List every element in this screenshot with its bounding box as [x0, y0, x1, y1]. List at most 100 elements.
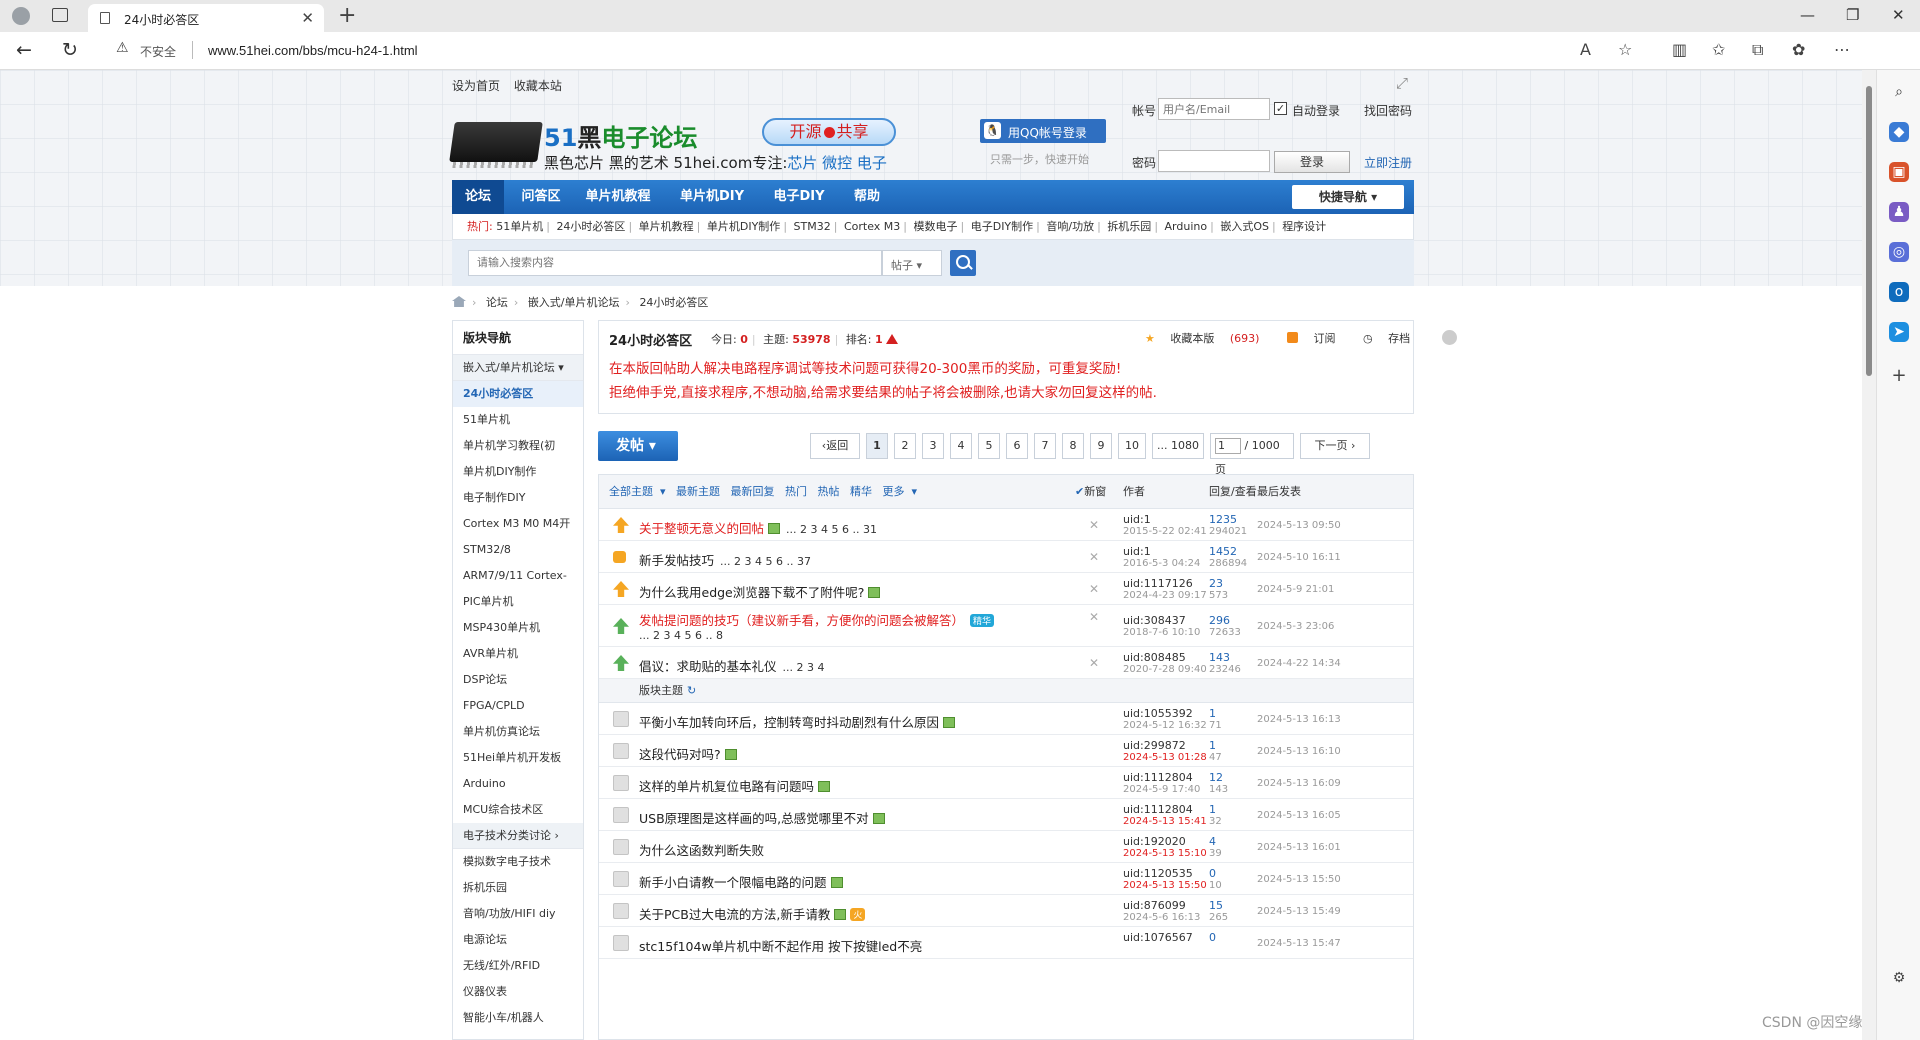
thread-title[interactable]: 新手小白请教一个限幅电路的问题	[639, 872, 843, 891]
thread-last-post[interactable]: 2024-5-13 15:50	[1257, 874, 1341, 885]
pager-last[interactable]: ... 1080	[1152, 433, 1204, 459]
thread-replies[interactable]: 0	[1209, 931, 1216, 944]
thread-last-post[interactable]: 2024-5-3 23:06	[1257, 621, 1334, 632]
sidebar-games-icon[interactable]: ♟	[1889, 202, 1909, 222]
pager-page[interactable]: 1	[866, 433, 888, 459]
sticky-thread-row[interactable]: 关于整顿无意义的回帖... 2 3 4 5 6 .. 31 ✕ uid:1 20…	[599, 509, 1413, 541]
sidebar-item[interactable]: 单片机仿真论坛	[453, 719, 583, 745]
thread-row[interactable]: 这样的单片机复位电路有问题吗 uid:1112804 2024-5-9 17:4…	[599, 767, 1413, 799]
pager-page[interactable]: 6	[1006, 433, 1028, 459]
thread-pages[interactable]: ... 2 3 4 5 6 .. 8	[639, 629, 723, 642]
thread-last-post[interactable]: 2024-5-9 21:01	[1257, 584, 1334, 595]
thread-last-post[interactable]: 2024-5-13 16:01	[1257, 842, 1341, 853]
profile-icon[interactable]	[12, 7, 30, 25]
close-sticky-icon[interactable]: ✕	[1089, 582, 1099, 596]
thread-replies[interactable]: 1452	[1209, 545, 1237, 558]
thread-last-post[interactable]: 2024-5-13 09:50	[1257, 520, 1341, 531]
thread-title[interactable]: 关于整顿无意义的回帖... 2 3 4 5 6 .. 31	[639, 518, 877, 537]
fullscreen-icon[interactable]: ⤢	[1396, 74, 1408, 92]
sidebar-item[interactable]: 电子制作DIY	[453, 485, 583, 511]
pager-jump-input[interactable]: 1	[1215, 438, 1241, 454]
thread-row[interactable]: USB原理图是这样画的吗,总感觉哪里不对 uid:1112804 2024-5-…	[599, 799, 1413, 831]
account-input[interactable]	[1158, 98, 1270, 120]
sticky-thread-row[interactable]: 为什么我用edge浏览器下载不了附件呢? ✕ uid:1117126 2024-…	[599, 573, 1413, 605]
hot-link[interactable]: STM32	[794, 220, 831, 233]
more-menu-icon[interactable]: ⋯	[1834, 40, 1850, 59]
pager-page[interactable]: 3	[922, 433, 944, 459]
read-aloud-icon[interactable]: A	[1580, 40, 1591, 59]
sidebar-item[interactable]: 单片机学习教程(初	[453, 433, 583, 459]
tab-actions-icon[interactable]	[52, 8, 68, 22]
thread-row[interactable]: 关于PCB过大电流的方法,新手请教火 uid:876099 2024-5-6 1…	[599, 895, 1413, 927]
sidebar-item[interactable]: STM32/8	[453, 537, 583, 563]
sidebar-tools-icon[interactable]: ▣	[1889, 162, 1909, 182]
sidebar-item[interactable]: Cortex M3 M0 M4开	[453, 511, 583, 537]
sticky-thread-row[interactable]: 新手发帖技巧... 2 3 4 5 6 .. 37 ✕ uid:1 2016-5…	[599, 541, 1413, 573]
filter-more[interactable]: 更多 ▾	[883, 485, 918, 498]
thread-title[interactable]: 这样的单片机复位电路有问题吗	[639, 776, 831, 795]
hot-link[interactable]: 音响/功放	[1046, 220, 1094, 233]
sidebar-item[interactable]: 拆机乐园	[453, 875, 583, 901]
back-icon[interactable]: ←	[16, 39, 32, 61]
hot-link[interactable]: 单片机DIY制作	[707, 220, 780, 233]
window-close-icon[interactable]: ✕	[1892, 6, 1905, 24]
sidebar-search-icon[interactable]: ⌕	[1889, 82, 1909, 102]
thread-replies[interactable]: 1	[1209, 739, 1216, 752]
hot-link[interactable]: 程序设计	[1282, 220, 1326, 233]
thread-row[interactable]: 为什么这函数判断失败 uid:192020 2024-5-13 15:10 4 …	[599, 831, 1413, 863]
sidebar-item[interactable]: 单片机DIY制作	[453, 459, 583, 485]
thread-author[interactable]: uid:1117126	[1123, 577, 1193, 590]
thread-row[interactable]: 这段代码对吗? uid:299872 2024-5-13 01:28 1 47 …	[599, 735, 1413, 767]
sidebar-item[interactable]: Arduino	[453, 771, 583, 797]
hot-link[interactable]: 嵌入式OS	[1220, 220, 1269, 233]
pager-page[interactable]: 2	[894, 433, 916, 459]
search-button[interactable]	[950, 250, 976, 276]
thread-replies[interactable]: 4	[1209, 835, 1216, 848]
breadcrumb-current[interactable]: 24小时必答区	[639, 296, 708, 309]
sidebar-item[interactable]: PIC单片机	[453, 589, 583, 615]
sidebar-item[interactable]: 无线/红外/RFID	[453, 953, 583, 979]
nav-mcu-tutorial[interactable]: 单片机教程	[576, 180, 660, 214]
thread-replies[interactable]: 23	[1209, 577, 1223, 590]
sidebar-item[interactable]: 仪器仪表	[453, 979, 583, 1005]
sidebar-tag-icon[interactable]: ◆	[1889, 122, 1909, 142]
tab-close-icon[interactable]: ✕	[301, 9, 314, 27]
archive-button[interactable]: ◷ 存档	[1363, 332, 1422, 345]
url-text[interactable]: www.51hei.com/bbs/mcu-h24-1.html	[208, 43, 418, 58]
thread-last-post[interactable]: 2024-5-13 16:05	[1257, 810, 1341, 821]
close-sticky-icon[interactable]: ✕	[1089, 610, 1099, 624]
pager-page[interactable]: 4	[950, 433, 972, 459]
hot-link[interactable]: 拆机乐园	[1107, 220, 1151, 233]
filter-all[interactable]: 全部主题 ▾	[609, 485, 666, 498]
thread-row[interactable]: stc15f104w单片机中断不起作用 按下按键led不亮 uid:107656…	[599, 927, 1413, 959]
thread-last-post[interactable]: 2024-5-13 15:49	[1257, 906, 1341, 917]
home-icon[interactable]	[452, 296, 466, 307]
thread-replies[interactable]: 0	[1209, 867, 1216, 880]
filter-hot[interactable]: 热帖	[818, 485, 840, 498]
nav-electronics-diy[interactable]: 电子DIY	[764, 180, 834, 214]
thread-author[interactable]: uid:808485	[1123, 651, 1186, 664]
thread-author[interactable]: uid:308437	[1123, 614, 1186, 627]
find-password-link[interactable]: 找回密码	[1364, 102, 1412, 119]
nav-help[interactable]: 帮助	[842, 180, 892, 214]
sidebar-item[interactable]: 51Hei单片机开发板	[453, 745, 583, 771]
split-screen-icon[interactable]: ▥	[1672, 40, 1687, 59]
close-sticky-icon[interactable]: ✕	[1089, 656, 1099, 670]
hot-link[interactable]: 模数电子	[914, 220, 958, 233]
pager-page[interactable]: 5	[978, 433, 1000, 459]
restore-icon[interactable]: ❐	[1846, 6, 1859, 24]
thread-replies[interactable]: 1235	[1209, 513, 1237, 526]
thread-author[interactable]: uid:1	[1123, 545, 1151, 558]
sticky-thread-row[interactable]: 倡议：求助贴的基本礼仪... 2 3 4 ✕ uid:808485 2020-7…	[599, 647, 1413, 679]
thread-title[interactable]: 为什么这函数判断失败	[639, 840, 764, 859]
thread-title[interactable]: 为什么我用edge浏览器下载不了附件呢?	[639, 582, 881, 601]
hot-link[interactable]: Cortex M3	[844, 220, 900, 233]
browser-tab[interactable]: 24小时必答区 ✕	[88, 4, 324, 32]
thread-last-post[interactable]: 2024-5-13 15:47	[1257, 938, 1341, 949]
sidebar-copilot-icon[interactable]: ◎	[1889, 242, 1909, 262]
sidebar-item[interactable]: 电源论坛	[453, 927, 583, 953]
qq-login-button[interactable]: 🐧 用QQ帐号登录	[980, 119, 1106, 143]
sidebar-send-icon[interactable]: ➤	[1889, 322, 1909, 342]
refresh-icon[interactable]: ↻	[62, 39, 78, 61]
nav-mcu-diy[interactable]: 单片机DIY	[670, 180, 754, 214]
